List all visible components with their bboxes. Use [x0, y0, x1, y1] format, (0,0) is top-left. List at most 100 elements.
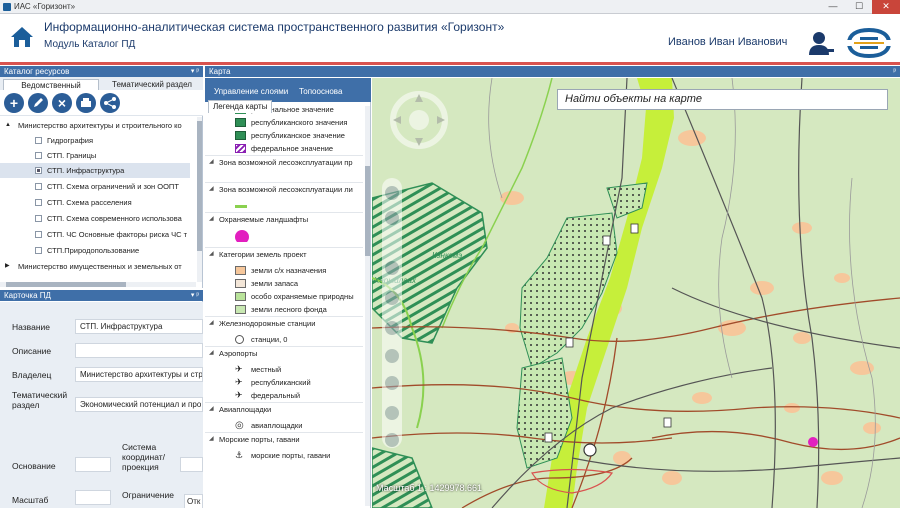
- legend-item-label: земли лесного фонда: [251, 305, 327, 314]
- restriction-field[interactable]: Отк: [184, 494, 203, 508]
- measure-icon[interactable]: [385, 291, 399, 305]
- minimize-button[interactable]: —: [820, 0, 846, 14]
- layer-checkbox[interactable]: [35, 137, 42, 144]
- theme-field[interactable]: Экономический потенциал и про: [75, 397, 203, 412]
- print-map-icon[interactable]: [385, 406, 399, 420]
- tree-item-label: СТП. Границы: [47, 151, 97, 160]
- tree-item-borders[interactable]: СТП. Границы: [0, 148, 196, 163]
- layer-checkbox[interactable]: [35, 231, 42, 238]
- railway-station-marker[interactable]: [583, 443, 597, 457]
- camera-icon[interactable]: [385, 433, 399, 447]
- collapse-icon[interactable]: ◢: [209, 403, 214, 415]
- legend-group[interactable]: ◢ Зона возможной лесоэксплуатации пр: [205, 155, 363, 168]
- name-field[interactable]: СТП. Инфраструктура: [75, 319, 203, 334]
- protected-landscape-marker[interactable]: [808, 437, 818, 447]
- tree-item-infrastructure[interactable]: СТП. Инфраструктура: [0, 163, 190, 178]
- collapse-icon[interactable]: ◢: [209, 183, 214, 195]
- delete-icon[interactable]: ×: [52, 93, 72, 113]
- legend-group[interactable]: ◢ Железнодорожные станции: [205, 316, 363, 329]
- collapse-icon[interactable]: ◢: [209, 156, 214, 168]
- owner-field[interactable]: Министерство архитектуры и стро: [75, 367, 203, 382]
- green-flag-swatch: [235, 131, 246, 140]
- scrollbar-thumb[interactable]: [6, 282, 126, 287]
- add-icon[interactable]: +: [4, 93, 24, 113]
- tree-scrollbar[interactable]: [197, 117, 202, 282]
- tree-group-architecture[interactable]: ▲ Министерство архитектуры и строительно…: [0, 118, 196, 133]
- tree-hscrollbar[interactable]: [0, 282, 196, 287]
- info-icon[interactable]: [385, 321, 399, 335]
- tab-thematic[interactable]: Тематический раздел: [103, 79, 201, 90]
- pan-icon[interactable]: [385, 261, 399, 275]
- collapse-icon[interactable]: ◢: [209, 213, 214, 225]
- basis-field[interactable]: [75, 457, 111, 472]
- legend-scrollbar[interactable]: [365, 106, 370, 506]
- map-zoom-toolbar[interactable]: [382, 178, 402, 448]
- legend-group[interactable]: ◢ Авиаплощадки: [205, 402, 363, 415]
- clear-icon[interactable]: [385, 376, 399, 390]
- coord-system-field[interactable]: [180, 457, 203, 472]
- collapse-icon[interactable]: ◢: [209, 433, 214, 445]
- field-label-description: Описание: [12, 346, 52, 356]
- tab-layer-management[interactable]: Управление слоями: [214, 87, 288, 96]
- map-canvas[interactable]: Кэнкэмэ Харыйлаах Найти объекты на карте…: [372, 78, 900, 508]
- tab-topobase[interactable]: Топооснова: [299, 87, 342, 96]
- layer-checkbox[interactable]: [35, 199, 42, 206]
- layer-checkbox[interactable]: [35, 247, 42, 254]
- legend-item-label: морские порты, гавани: [251, 451, 331, 460]
- expand-icon[interactable]: ▶: [5, 259, 10, 274]
- legend-item-label: авиаплощадки: [251, 421, 303, 430]
- pin-icon[interactable]: ᵖ: [893, 66, 896, 77]
- layer-checkbox[interactable]: [35, 152, 42, 159]
- legend-group[interactable]: ◢ Морские порты, гавани: [205, 432, 363, 445]
- home-icon[interactable]: [9, 25, 35, 49]
- pin-icon[interactable]: ▾ ᵖ: [191, 290, 199, 301]
- collapse-icon[interactable]: ◢: [209, 317, 214, 329]
- tree-item-restrictions[interactable]: СТП. Схема ограничений и зон ООПТ: [0, 179, 196, 194]
- user-name[interactable]: Иванов Иван Иванович: [668, 36, 787, 48]
- description-field[interactable]: [75, 343, 203, 358]
- legend-group-label: Авиаплощадки: [219, 405, 272, 414]
- collapse-icon[interactable]: ◢: [209, 347, 214, 359]
- edit-icon[interactable]: [28, 93, 48, 113]
- field-label-scale: Масштаб: [12, 495, 49, 505]
- maximize-button[interactable]: ☐: [846, 0, 872, 14]
- app-icon: [3, 3, 11, 11]
- legend-group[interactable]: ◢ Категории земель проект: [205, 247, 363, 260]
- legend-group[interactable]: ◢ Зона возможной лесоэксплуатации ли: [205, 182, 363, 195]
- legend-item: республиканское значение: [205, 129, 363, 142]
- tree-item-land-use[interactable]: СТП. Схема современного использова: [0, 211, 196, 226]
- map-drawing[interactable]: Кэнкэмэ Харыйлаах: [372, 78, 900, 508]
- legend-group[interactable]: ◢ Аэропорты: [205, 346, 363, 359]
- share-icon[interactable]: [100, 93, 120, 113]
- layer-checkbox[interactable]: [35, 167, 42, 174]
- zoom-in-icon[interactable]: [385, 186, 399, 200]
- close-button[interactable]: ✕: [872, 0, 900, 14]
- layer-checkbox[interactable]: [35, 215, 42, 222]
- collapse-icon[interactable]: ▲: [5, 118, 11, 133]
- tree-group-property[interactable]: ▶ Министерство имущественных и земельных…: [0, 259, 196, 274]
- field-label-owner: Владелец: [12, 370, 52, 380]
- tree-item-settlement[interactable]: СТП. Схема расселения: [0, 195, 196, 210]
- collapse-icon[interactable]: ◢: [209, 248, 214, 260]
- map-search-input[interactable]: Найти объекты на карте: [557, 89, 888, 110]
- land-category-swatch: [235, 279, 246, 288]
- hatched-protected-zone-south[interactable]: [372, 447, 433, 508]
- legend-item-label: федеральный: [251, 391, 301, 400]
- tree-item-hydrography[interactable]: Гидрография: [0, 133, 196, 148]
- scrollbar-thumb[interactable]: [197, 121, 202, 251]
- select-icon[interactable]: [385, 349, 399, 363]
- map-navigation-control[interactable]: [390, 91, 448, 149]
- tab-departmental[interactable]: Ведомственный: [3, 79, 99, 90]
- tree-item-emergency[interactable]: СТП. ЧС Основные факторы риска ЧС т: [0, 227, 196, 242]
- pin-icon[interactable]: ▾ ᵖ: [191, 66, 199, 77]
- scale-field[interactable]: [75, 490, 111, 505]
- tree-item-nature-use[interactable]: СТП.Природопользование: [0, 243, 196, 258]
- legend-group[interactable]: ◢ Охраняемые ландшафты: [205, 212, 363, 225]
- layer-checkbox[interactable]: [35, 183, 42, 190]
- print-icon[interactable]: [76, 93, 96, 113]
- user-icon[interactable]: [808, 30, 834, 56]
- map-scale-readout: Масштаб 1 : 1429978.661: [376, 483, 483, 493]
- zoom-out-icon[interactable]: [385, 211, 399, 225]
- tab-map-legend[interactable]: Легенда карты: [208, 100, 273, 113]
- scrollbar-thumb[interactable]: [365, 166, 370, 256]
